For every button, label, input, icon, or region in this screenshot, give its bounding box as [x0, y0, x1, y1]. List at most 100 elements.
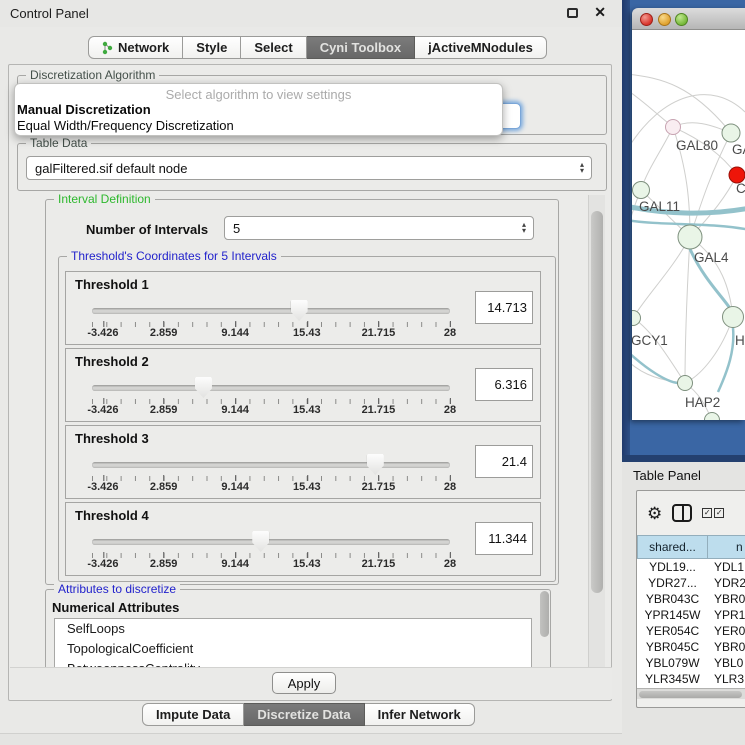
- right-side: GAL80GACGAL11GAL4GCY1HHAP2 Table Panel ⚙…: [622, 0, 745, 745]
- table-data-combobox[interactable]: galFiltered.sif default node ▴▾: [26, 156, 592, 180]
- table-horizontal-scrollbar[interactable]: [637, 688, 745, 699]
- tick-label: -3.426: [87, 481, 118, 493]
- columns-icon[interactable]: [672, 504, 692, 522]
- dropdown-hint: Select algorithm to view settings: [15, 84, 502, 101]
- threshold-label: Threshold 2: [75, 354, 149, 369]
- slider-track[interactable]: [92, 385, 450, 391]
- slider-thumb-icon[interactable]: [291, 300, 308, 321]
- slider-track[interactable]: [92, 308, 450, 314]
- gear-icon[interactable]: ⚙: [647, 505, 662, 522]
- tab-impute-data[interactable]: Impute Data: [142, 703, 244, 726]
- tick-label: 21.715: [362, 327, 396, 339]
- table-panel-card: ⚙ ✓ ✓ shared...n YDL19...YDL1YDR27...YDR…: [636, 490, 745, 708]
- cyni-toolbox-content: Discretization Algorithm Select algorith…: [8, 64, 612, 701]
- float-window-icon[interactable]: [567, 8, 578, 18]
- control-panel-scrollbar-thumb[interactable]: [591, 211, 603, 593]
- network-node-green[interactable]: [632, 311, 641, 326]
- threshold-panel-4: Threshold 4-3.4262.8599.14415.4321.71528…: [65, 502, 541, 576]
- tick-label: 15.43: [293, 558, 321, 570]
- tick-label: 9.144: [221, 404, 249, 416]
- tab-discretize-data[interactable]: Discretize Data: [244, 703, 364, 726]
- slider-thumb-icon[interactable]: [195, 377, 212, 398]
- attribute-item-topologicalcoefficient[interactable]: TopologicalCoefficient: [55, 639, 531, 659]
- slider-tick-labels: -3.4262.8599.14415.4321.71528: [92, 558, 450, 570]
- panel-title: Control Panel: [10, 6, 89, 21]
- threshold-value-field[interactable]: 14.713: [475, 291, 533, 324]
- table-cell: YBR0: [708, 591, 745, 607]
- threshold-slider[interactable]: -3.4262.8599.14415.4321.71528: [92, 298, 450, 338]
- close-icon[interactable]: ✕: [594, 4, 606, 21]
- threshold-panel-2: Threshold 2-3.4262.8599.14415.4321.71528…: [65, 348, 541, 422]
- network-node-green[interactable]: [678, 225, 702, 249]
- minimize-traffic-light-icon[interactable]: [658, 13, 671, 26]
- table-row[interactable]: YBR043CYBR0: [637, 591, 745, 607]
- slider-track[interactable]: [92, 462, 450, 468]
- dropdown-option-manual-discretization[interactable]: Manual Discretization: [15, 101, 502, 117]
- table-row[interactable]: YBL079WYBL0: [637, 655, 745, 671]
- threshold-value-field[interactable]: 6.316: [475, 368, 533, 401]
- tick-label: 21.715: [362, 481, 396, 493]
- settings-scroll-area: Interval Definition Number of Intervals …: [9, 193, 581, 669]
- network-node-green[interactable]: [678, 376, 693, 391]
- attribute-item-selfloops[interactable]: SelfLoops: [55, 619, 531, 639]
- tick-label: 21.715: [362, 404, 396, 416]
- table-column-header-1[interactable]: shared...: [637, 535, 708, 559]
- network-icon: [102, 41, 113, 55]
- table-row[interactable]: YBR045CYBR0: [637, 639, 745, 655]
- slider-tick-labels: -3.4262.8599.14415.4321.71528: [92, 327, 450, 339]
- attribute-list-scrollbar[interactable]: [540, 591, 549, 637]
- application-window: Control Panel ✕ NetworkStyleSelectCyni T…: [0, 0, 745, 745]
- network-node-pink[interactable]: [666, 120, 681, 135]
- checkbox-checked-icon: ✓: [702, 508, 712, 518]
- table-row[interactable]: YER054CYER0: [637, 623, 745, 639]
- table-panel-title: Table Panel: [633, 468, 701, 483]
- network-node-green[interactable]: [722, 124, 740, 142]
- tab-style[interactable]: Style: [183, 36, 241, 59]
- threshold-slider[interactable]: -3.4262.8599.14415.4321.71528: [92, 529, 450, 569]
- tab-cyni-toolbox[interactable]: Cyni Toolbox: [307, 36, 415, 59]
- zoom-traffic-light-icon[interactable]: [675, 13, 688, 26]
- control-panel-scrollbar[interactable]: [588, 195, 605, 667]
- interval-definition-group: Interval Definition Number of Intervals …: [45, 199, 559, 585]
- tab-select[interactable]: Select: [241, 36, 306, 59]
- number-of-intervals-combobox[interactable]: 5 ▴▾: [224, 216, 534, 240]
- table-column-header-2[interactable]: n: [708, 535, 745, 559]
- node-label-ga: GA: [732, 142, 745, 157]
- tab-jactivemnodules[interactable]: jActiveMNodules: [415, 36, 547, 59]
- dropdown-option-equal-width-frequency[interactable]: Equal Width/Frequency Discretization: [15, 117, 502, 133]
- table-cell: YBL0: [708, 655, 745, 671]
- number-of-intervals-label: Number of Intervals: [86, 222, 208, 237]
- slider-thumb-icon[interactable]: [252, 531, 269, 552]
- tick-label: 28: [444, 327, 456, 339]
- tick-label: 2.859: [150, 404, 178, 416]
- network-node-green[interactable]: [723, 307, 744, 328]
- network-canvas[interactable]: GAL80GACGAL11GAL4GCY1HHAP2: [632, 30, 745, 420]
- table-row[interactable]: YDR27...YDR2: [637, 575, 745, 591]
- tick-label: 28: [444, 404, 456, 416]
- slider-thumb-icon[interactable]: [367, 454, 384, 475]
- tab-label: Discretize Data: [257, 707, 350, 722]
- table-row[interactable]: YPR145WYPR1: [637, 607, 745, 623]
- close-traffic-light-icon[interactable]: [640, 13, 653, 26]
- tab-label: Infer Network: [378, 707, 461, 722]
- network-node-green[interactable]: [705, 413, 720, 421]
- table-cell: YER054C: [637, 623, 708, 639]
- table-row[interactable]: YLR345WYLR3: [637, 671, 745, 687]
- table-cell: YBR043C: [637, 591, 708, 607]
- network-window-titlebar[interactable]: [632, 8, 745, 30]
- table-row[interactable]: YDL19...YDL1: [637, 559, 745, 575]
- threshold-value-field[interactable]: 11.344: [475, 522, 533, 555]
- select-columns-icon[interactable]: ✓ ✓: [702, 508, 724, 518]
- discretization-algorithm-title: Discretization Algorithm: [26, 68, 159, 82]
- number-of-intervals-value: 5: [233, 221, 240, 236]
- table-horizontal-scrollbar-thumb[interactable]: [639, 691, 742, 698]
- tab-infer-network[interactable]: Infer Network: [365, 703, 475, 726]
- threshold-slider[interactable]: -3.4262.8599.14415.4321.71528: [92, 452, 450, 492]
- threshold-slider[interactable]: -3.4262.8599.14415.4321.71528: [92, 375, 450, 415]
- slider-track[interactable]: [92, 539, 450, 545]
- apply-button[interactable]: Apply: [272, 672, 336, 694]
- tab-network[interactable]: Network: [88, 36, 183, 59]
- threshold-value-field[interactable]: 21.4: [475, 445, 533, 478]
- table-cell: YLR3: [708, 671, 745, 687]
- network-node-green[interactable]: [633, 182, 650, 199]
